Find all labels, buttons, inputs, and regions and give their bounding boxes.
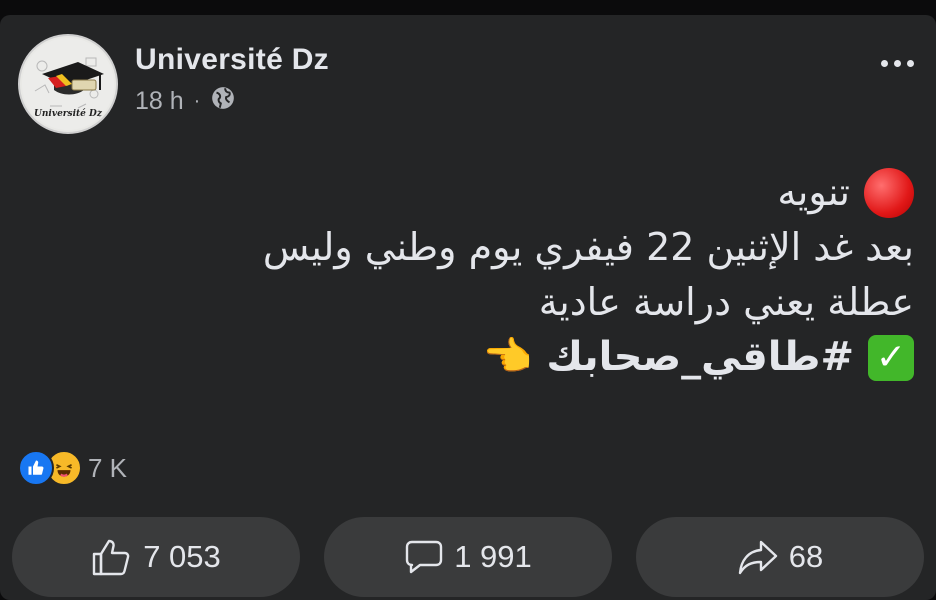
post-time[interactable]: 18 h: [135, 87, 184, 116]
post-line-1: تنويه: [114, 165, 914, 220]
more-options-icon[interactable]: [881, 60, 914, 67]
post-card: Université Dz Université Dz 18 h · تنويه…: [0, 15, 936, 600]
comment-count: 1 991: [454, 539, 532, 574]
post-meta: 18 h ·: [135, 85, 236, 118]
author-name[interactable]: Université Dz: [135, 43, 329, 77]
pointing-hand-icon: 👈: [482, 334, 533, 380]
globe-icon: [210, 85, 236, 118]
post-line-3: عطلة يعني دراسة عادية: [114, 275, 914, 330]
share-count: 68: [788, 539, 824, 574]
post-line-4: ✓ #طاقي_صحابك 👈: [114, 330, 914, 385]
like-count: 7 053: [143, 539, 221, 574]
like-button[interactable]: 7 053: [12, 517, 300, 597]
reaction-count[interactable]: 7 K: [88, 453, 127, 484]
like-icon: [18, 450, 54, 486]
thumbs-up-icon: [93, 539, 130, 576]
comment-icon: [406, 540, 443, 574]
post-line-2: بعد غد الإثنين 22 فيفري يوم وطني وليس: [114, 220, 914, 275]
share-button[interactable]: 68: [636, 517, 924, 597]
check-mark-icon: ✓: [868, 334, 914, 381]
comment-button[interactable]: 1 991: [324, 517, 612, 597]
avatar[interactable]: Université Dz: [18, 34, 118, 134]
post-text: تنويه بعد غد الإثنين 22 فيفري يوم وطني و…: [114, 165, 914, 385]
red-circle-icon: [864, 167, 914, 218]
avatar-caption: Université Dz: [34, 108, 103, 119]
graduation-cap-logo: Université Dz: [22, 38, 114, 130]
reactions-summary[interactable]: 7 K: [18, 450, 127, 486]
post-body-line-2: عطلة يعني دراسة عادية: [538, 280, 914, 324]
meta-separator: ·: [193, 90, 201, 112]
post-body-line-1: بعد غد الإثنين 22 فيفري يوم وطني وليس: [262, 225, 914, 269]
post-heading: تنويه: [777, 170, 850, 214]
hashtag-link[interactable]: #طاقي_صحابك: [546, 330, 854, 385]
share-arrow-icon: [738, 540, 777, 575]
